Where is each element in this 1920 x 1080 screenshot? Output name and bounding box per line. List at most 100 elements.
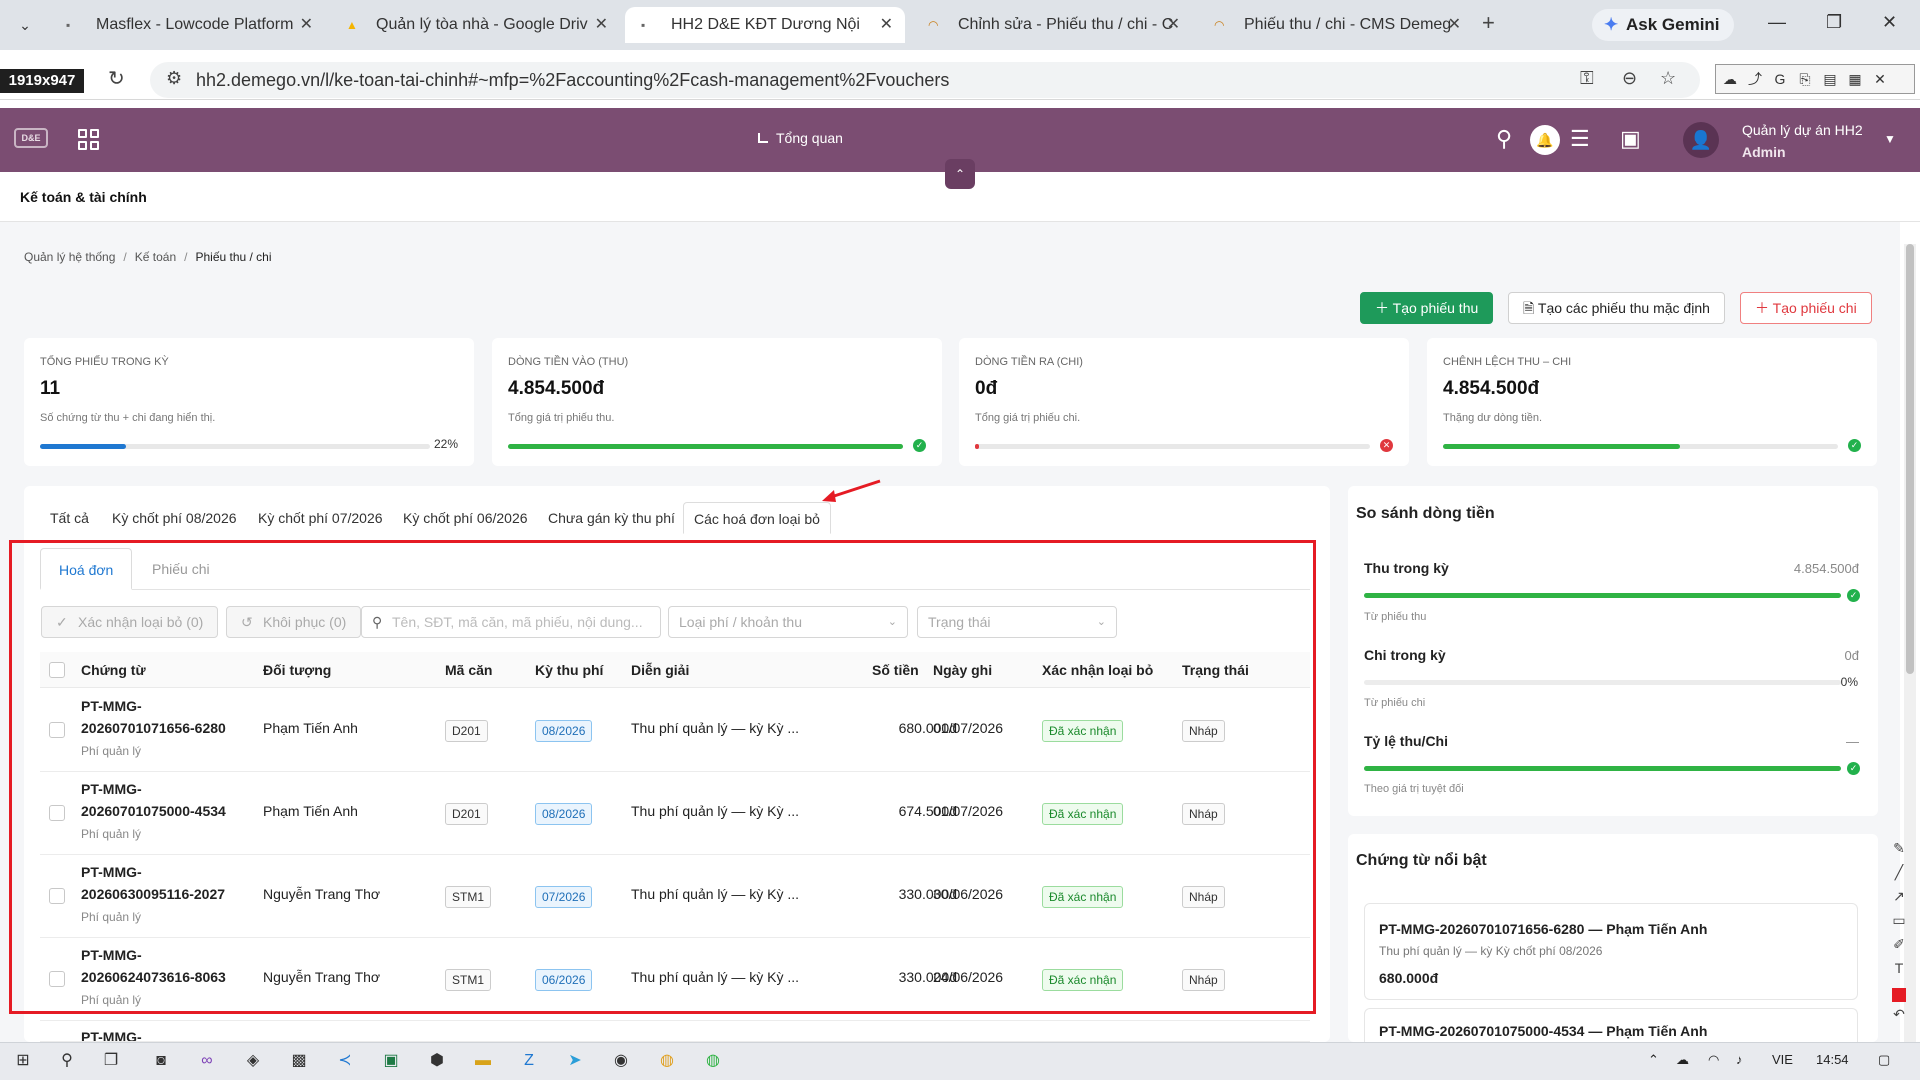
app-logo[interactable]: D&E: [14, 128, 48, 148]
close-icon[interactable]: ✕: [1869, 65, 1891, 93]
browser-tab-edit-voucher[interactable]: ◠ Chỉnh sửa - Phiếu thu / chi - C ✕: [912, 7, 1192, 43]
user-avatar[interactable]: 👤: [1683, 122, 1719, 158]
close-tab-icon[interactable]: ✕: [1167, 7, 1180, 43]
app-icon[interactable]: ▣: [380, 1050, 402, 1072]
network-icon[interactable]: ☁: [1676, 1052, 1689, 1068]
new-tab-icon[interactable]: +: [1482, 10, 1495, 36]
restore-button[interactable]: ↺ Khôi phục (0): [226, 606, 362, 638]
search-input[interactable]: ⚲ Tên, SĐT, mã căn, mã phiếu, nội dung...: [361, 606, 661, 638]
input-language[interactable]: VIE: [1772, 1052, 1793, 1067]
confirm-remove-button[interactable]: ✓ Xác nhận loại bỏ (0): [41, 606, 219, 638]
wifi-icon[interactable]: ◠: [1708, 1052, 1719, 1068]
list-icon[interactable]: ☰: [1570, 126, 1590, 152]
telegram-icon[interactable]: ➤: [564, 1050, 586, 1072]
user-menu-caret-icon[interactable]: ▼: [1884, 132, 1896, 146]
file-explorer-icon[interactable]: ▬: [472, 1050, 494, 1072]
chrome-icon[interactable]: ◍: [656, 1050, 678, 1072]
arrow-icon[interactable]: ↗: [1884, 888, 1914, 912]
visual-studio-icon[interactable]: ∞: [196, 1050, 218, 1072]
table-row[interactable]: PT-MMG- 20260701075000-4534 Phí quản lý …: [40, 772, 1310, 855]
document-code[interactable]: 20260624073616-8063: [81, 969, 226, 985]
user-name[interactable]: Quản lý dự án HH2: [1742, 122, 1863, 138]
create-payment-button[interactable]: ＋ Tạo phiếu chi: [1740, 292, 1872, 324]
notification-center-icon[interactable]: ▢: [1878, 1052, 1890, 1068]
windows-start-icon[interactable]: ⊞: [12, 1050, 34, 1072]
select-all-checkbox[interactable]: [49, 662, 65, 678]
close-tab-icon[interactable]: ✕: [300, 7, 313, 43]
task-view-icon[interactable]: ❐: [100, 1050, 122, 1072]
browser-tab-hh2[interactable]: ▪ HH2 D&E KĐT Dương Nội ✕: [625, 7, 905, 43]
row-checkbox[interactable]: [49, 805, 65, 821]
fee-type-select[interactable]: Loại phí / khoản thu ⌄: [668, 606, 908, 638]
period-tab-unassigned[interactable]: Chưa gán kỳ thu phí: [538, 502, 685, 534]
column-header[interactable]: Chứng từ: [81, 652, 146, 688]
rectangle-icon[interactable]: ▭: [1884, 912, 1914, 936]
row-checkbox[interactable]: [49, 971, 65, 987]
tab-invoices[interactable]: Hoá đơn: [40, 548, 133, 590]
clock[interactable]: 14:54: [1816, 1052, 1849, 1067]
google-icon[interactable]: G: [1769, 65, 1791, 93]
document-code[interactable]: 20260701071656-6280: [81, 720, 226, 736]
camera-app-icon[interactable]: ◙: [150, 1050, 172, 1072]
close-tab-icon[interactable]: ✕: [1448, 7, 1461, 43]
document-code[interactable]: PT-MMG-: [81, 781, 142, 797]
close-window-icon[interactable]: ✕: [1882, 12, 1897, 33]
app-icon[interactable]: ◉: [610, 1050, 632, 1072]
period-tab-07-2026[interactable]: Kỳ chốt phí 07/2026: [248, 502, 393, 534]
table-row[interactable]: PT-MMG- 20260630095116-2027 Phí quản lý …: [40, 855, 1310, 938]
document-code[interactable]: 20260701075000-4534: [81, 803, 226, 819]
document-code[interactable]: PT-MMG-: [81, 698, 142, 714]
color-swatch[interactable]: [1892, 988, 1906, 1002]
period-tab-06-2026[interactable]: Kỳ chốt phí 06/2026: [393, 502, 538, 534]
pen-icon[interactable]: ✎: [1884, 840, 1914, 864]
document-code[interactable]: PT-MMG-: [81, 947, 142, 963]
column-header[interactable]: Mã căn: [445, 652, 492, 688]
tab-search-button[interactable]: ⌄: [10, 10, 40, 40]
row-checkbox[interactable]: [49, 722, 65, 738]
ask-gemini-button[interactable]: ✦ Ask Gemini: [1592, 9, 1734, 41]
breadcrumb-item[interactable]: Quản lý hệ thống: [24, 250, 115, 264]
column-header[interactable]: Diễn giải: [631, 652, 689, 688]
tray-chevron-icon[interactable]: ⌃: [1648, 1052, 1659, 1068]
document-icon[interactable]: ▤: [1819, 65, 1841, 93]
document-code[interactable]: PT-MMG-: [81, 1029, 142, 1041]
row-checkbox[interactable]: [49, 888, 65, 904]
copy-icon[interactable]: ⎘: [1794, 65, 1816, 93]
search-icon[interactable]: ⚲: [1496, 126, 1512, 152]
browser-tab-voucher-list[interactable]: ◠ Phiếu thu / chi - CMS Demeg ✕: [1198, 7, 1473, 43]
undo-icon[interactable]: ↶: [1884, 1006, 1914, 1030]
highlighter-icon[interactable]: ✐: [1884, 936, 1914, 960]
breadcrumb-item[interactable]: Kế toán: [135, 250, 176, 264]
scrollbar-thumb[interactable]: [1906, 244, 1914, 674]
table-row[interactable]: PT-MMG- 20260701071656-6280 Phí quản lý …: [40, 689, 1310, 772]
volume-icon[interactable]: ♪: [1736, 1052, 1743, 1067]
document-code[interactable]: 20260630095116-2027: [81, 886, 225, 902]
notification-bell-icon[interactable]: 🔔: [1530, 125, 1560, 155]
site-info-icon[interactable]: ⚙: [166, 68, 182, 89]
app-icon[interactable]: ▩: [288, 1050, 310, 1072]
password-key-icon[interactable]: ⚿: [1580, 68, 1594, 89]
line-icon[interactable]: ╱: [1884, 864, 1914, 888]
overview-link[interactable]: Tổng quan: [758, 130, 843, 146]
column-header[interactable]: Kỳ thu phí: [535, 652, 603, 688]
document-code[interactable]: PT-MMG-: [81, 864, 142, 880]
period-tab-all[interactable]: Tất cả: [40, 502, 99, 534]
close-tab-icon[interactable]: ✕: [595, 7, 608, 43]
zoom-icon[interactable]: ⊖: [1622, 68, 1637, 89]
cloud-upload-icon[interactable]: ☁: [1719, 65, 1741, 93]
status-select[interactable]: Trạng thái ⌄: [917, 606, 1117, 638]
create-receipt-button[interactable]: ＋ Tạo phiếu thu: [1360, 292, 1494, 324]
zalo-icon[interactable]: Z: [518, 1050, 540, 1072]
search-icon[interactable]: ⚲: [56, 1050, 78, 1072]
share-icon[interactable]: ⤴: [1744, 65, 1766, 93]
column-header[interactable]: Trạng thái: [1182, 652, 1249, 688]
calculator-icon[interactable]: ▣: [1620, 126, 1641, 152]
app-grid-icon[interactable]: [78, 129, 100, 151]
close-tab-icon[interactable]: ✕: [880, 7, 893, 43]
vscode-icon[interactable]: ≺: [334, 1050, 356, 1072]
column-header[interactable]: Số tiền: [872, 652, 919, 688]
restore-window-icon[interactable]: ❐: [1826, 12, 1842, 33]
app-icon[interactable]: ⬢: [426, 1050, 448, 1072]
period-tab-removed-invoices[interactable]: Các hoá đơn loại bỏ: [683, 502, 831, 534]
chrome-icon[interactable]: ◍: [702, 1050, 724, 1072]
